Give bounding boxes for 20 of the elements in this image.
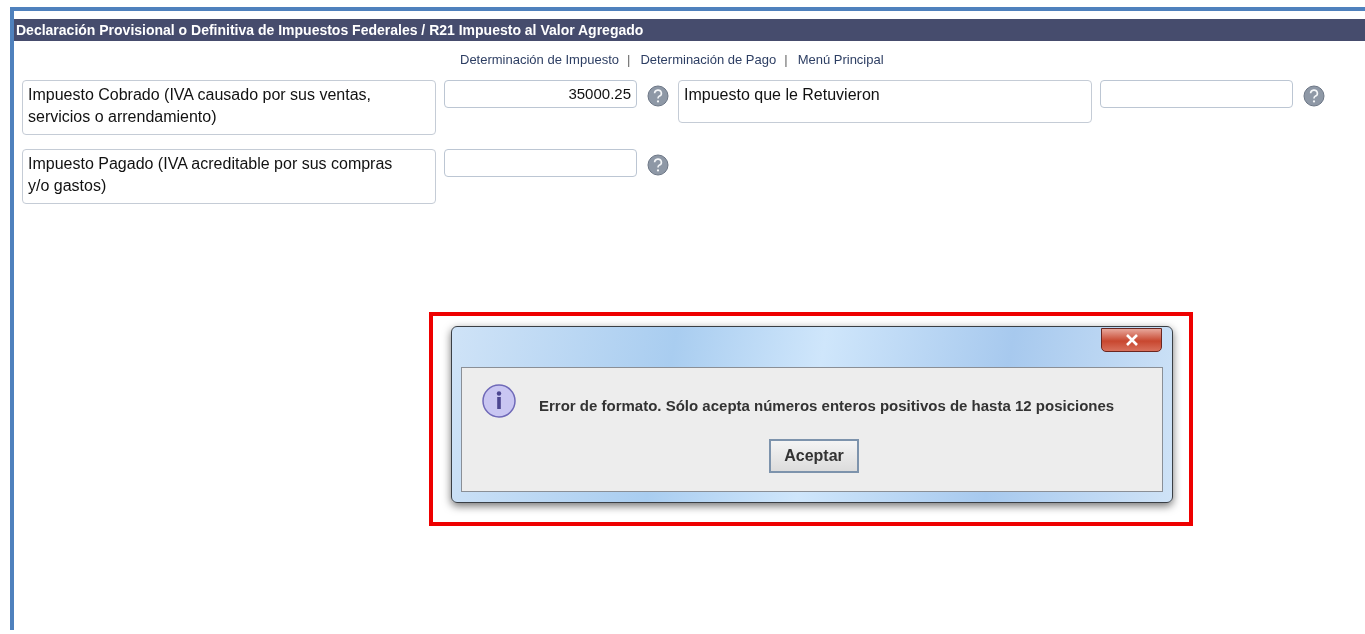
help-icon[interactable] [647, 152, 669, 177]
nav-link[interactable]: Determinación de Pago [640, 50, 777, 70]
nav-link[interactable]: Determinación de Impuesto [460, 50, 619, 70]
nav-separator: | [627, 51, 631, 69]
field-label: Impuesto que le Retuvieron [678, 79, 1092, 123]
page-title: Declaración Provisional o Definitiva de Impuestos Federales / R21 Impuesto al Valor Agregado [14, 19, 1365, 41]
input-field[interactable] [1100, 79, 1293, 108]
help-icon[interactable] [1303, 83, 1325, 108]
info-icon [481, 383, 517, 419]
field-label: Impuesto Cobrado (IVA causado por sus ventas, servicios o arrendamiento) [22, 79, 436, 135]
nav-link[interactable]: Menú Principal [797, 50, 884, 70]
error-message: Error de formato. Sólo acepta números enteros positivos de hasta 12 posiciones [539, 396, 1115, 416]
accept-button[interactable]: Aceptar [769, 439, 859, 473]
close-button[interactable] [1101, 328, 1162, 352]
field-label: Impuesto Pagado (IVA acreditable por sus compras y/o gastos) [22, 148, 436, 204]
help-icon[interactable] [647, 83, 669, 108]
nav-separator: | [784, 51, 788, 69]
input-field[interactable] [444, 148, 637, 177]
close-icon [1124, 334, 1139, 346]
input-field[interactable]: 35000.25 [444, 79, 637, 108]
